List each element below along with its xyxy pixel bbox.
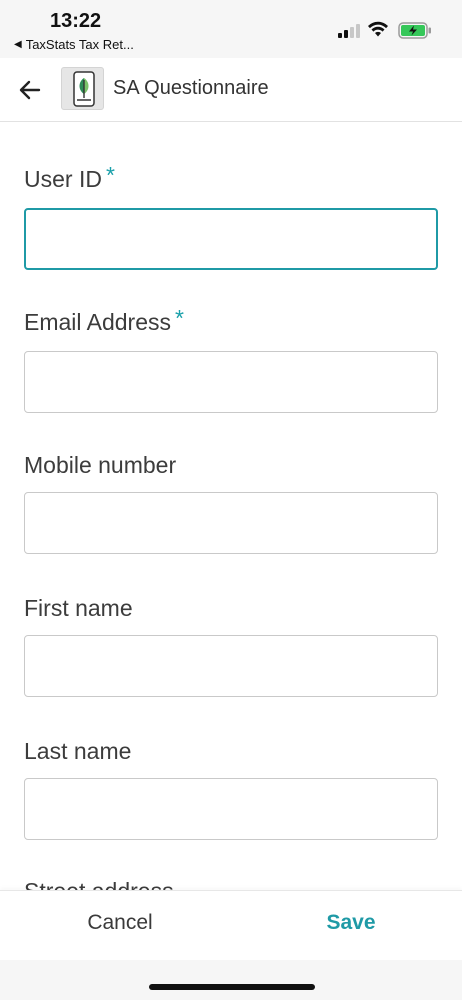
first-name-field[interactable] xyxy=(24,635,438,697)
status-time: 13:22 xyxy=(50,10,102,32)
home-indicator-area xyxy=(0,960,462,1000)
mobile-number-label: Mobile number xyxy=(24,452,177,478)
email-address-label: Email Address * xyxy=(24,305,184,335)
required-marker: * xyxy=(175,305,184,331)
home-indicator[interactable] xyxy=(149,984,315,990)
action-bar: Cancel Save xyxy=(0,890,462,960)
page-title: SA Questionnaire xyxy=(113,77,269,99)
user-id-field[interactable] xyxy=(24,208,438,270)
cellular-signal-icon xyxy=(338,22,362,38)
questionnaire-form: User ID * Email Address * Mobile number Fi… xyxy=(0,122,462,890)
first-name-label: First name xyxy=(24,595,133,621)
wifi-icon xyxy=(368,21,388,37)
back-to-app-link[interactable]: ◀ TaxStats Tax Ret... xyxy=(14,37,134,52)
mobile-number-field[interactable] xyxy=(24,492,438,554)
back-triangle-icon: ◀ xyxy=(14,39,22,50)
arrow-left-icon[interactable] xyxy=(16,76,44,104)
required-marker: * xyxy=(105,162,115,188)
back-app-label: TaxStats Tax Ret... xyxy=(25,37,134,52)
last-name-label: Last name xyxy=(24,738,132,764)
battery-charging-icon xyxy=(398,22,431,39)
user-id-label: User ID * xyxy=(24,162,115,192)
status-bar: 13:22 ◀ TaxStats Tax Ret... xyxy=(0,0,462,58)
cancel-button[interactable]: Cancel xyxy=(55,911,185,935)
save-button[interactable]: Save xyxy=(286,911,416,935)
app-logo-icon xyxy=(61,67,104,110)
street-address-label: Street address xyxy=(24,878,174,890)
email-address-field[interactable] xyxy=(24,351,438,413)
screen: 13:22 ◀ TaxStats Tax Ret... SA Questionn… xyxy=(0,0,462,1000)
last-name-field[interactable] xyxy=(24,778,438,840)
app-bar: SA Questionnaire xyxy=(0,58,462,122)
